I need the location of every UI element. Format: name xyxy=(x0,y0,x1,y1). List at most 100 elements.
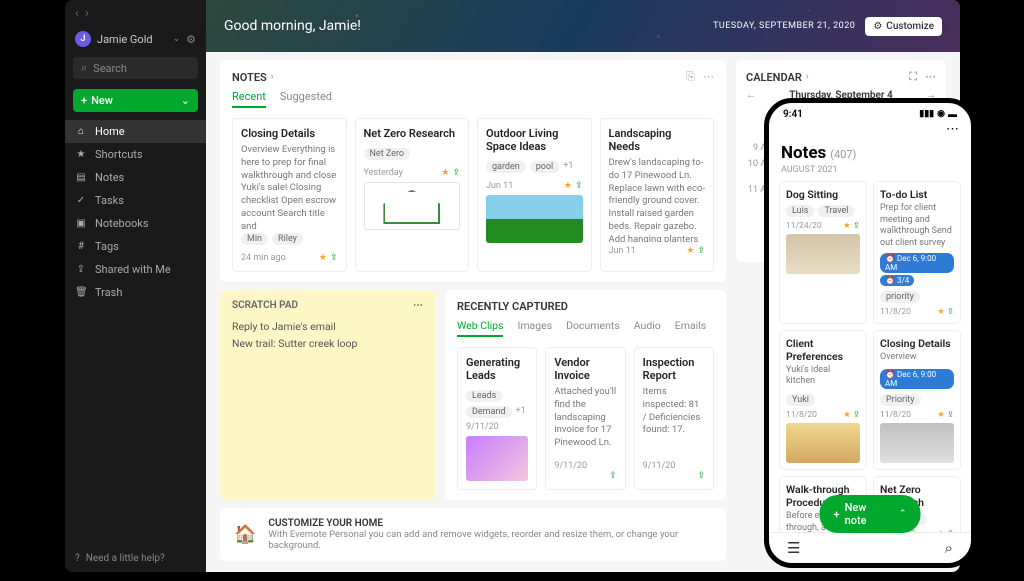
tab-suggested[interactable]: Suggested xyxy=(280,90,332,108)
phone-card-date: 11/24/20 xyxy=(786,221,822,231)
customize-home-banner[interactable]: 🏠 CUSTOMIZE YOUR HOME With Evernote Pers… xyxy=(220,508,726,561)
capture-card[interactable]: Generating LeadsLeadsDemand+19/11/20 xyxy=(457,347,537,490)
capture-tab-audio[interactable]: Audio xyxy=(634,319,661,337)
notebooks-icon: ▣ xyxy=(75,218,87,229)
note-body: Drew's landscaping to-do 17 Pinewood Ln.… xyxy=(609,157,706,242)
tab-recent[interactable]: Recent xyxy=(232,90,266,108)
tag[interactable]: Net Zero xyxy=(364,148,411,160)
greeting: Good morning, Jamie! xyxy=(224,18,361,34)
menu-icon[interactable]: ☰ xyxy=(787,539,800,557)
note-card[interactable]: Landscaping NeedsDrew's landscaping to-d… xyxy=(600,118,715,272)
help-link[interactable]: ? Need a little help? xyxy=(65,545,206,572)
new-button[interactable]: + New xyxy=(73,89,198,112)
nav-back-icon[interactable]: ‹ xyxy=(75,6,79,21)
note-card[interactable]: Net Zero ResearchNet ZeroYesterday★⇪ xyxy=(355,118,470,272)
phone-time: 9:41 xyxy=(783,109,803,120)
star-icon: ★ xyxy=(937,410,945,420)
capture-thumbnail xyxy=(466,436,528,481)
phone-month: AUGUST 2021 xyxy=(769,165,971,181)
user-row[interactable]: J Jamie Gold ⌄ ⚙ xyxy=(65,27,206,51)
capture-tab-images[interactable]: Images xyxy=(517,319,552,337)
capture-card[interactable]: Vendor InvoiceAttached you'll find the l… xyxy=(545,347,625,490)
share-icon: ⇪ xyxy=(853,221,860,231)
nav-forward-icon[interactable]: › xyxy=(85,6,89,21)
share-icon: ⇪ xyxy=(575,181,583,191)
tag: Travel xyxy=(818,205,854,217)
note-card[interactable]: Closing DetailsOverview Everything is he… xyxy=(232,118,347,272)
share-icon: ⇪ xyxy=(330,253,338,263)
search-icon: ⌕ xyxy=(81,61,87,75)
hero-date: TUESDAY, SEPTEMBER 21, 2020 xyxy=(713,21,855,31)
more-icon[interactable]: ⋯ xyxy=(925,70,936,84)
captured-title[interactable]: RECENTLY CAPTURED xyxy=(457,300,568,313)
card-thumbnail xyxy=(786,234,860,274)
capture-body: Attached you'll find the landscaping inv… xyxy=(554,386,616,461)
gear-icon[interactable]: ⚙ xyxy=(186,33,196,46)
notes-panel: NOTES › ⎘ ⋯ Recent Suggested Closing Det… xyxy=(220,60,726,282)
tag[interactable]: Min xyxy=(241,233,268,245)
wifi-icon: ◉ xyxy=(937,109,945,120)
more-icon[interactable]: ⋯ xyxy=(946,122,959,137)
tag[interactable]: Leads xyxy=(466,390,502,402)
star-icon: ★ xyxy=(319,253,327,263)
search-icon[interactable]: ⌕ xyxy=(945,539,953,557)
scratch-pad[interactable]: SCRATCH PAD ⋯ Reply to Jamie's email New… xyxy=(220,290,435,500)
reminder-pill: ⏰ Dec 6, 9:00 AM xyxy=(880,369,954,389)
customize-title: CUSTOMIZE YOUR HOME xyxy=(268,518,712,529)
phone-note-card[interactable]: Client PreferencesYuki's ideal kitchenYu… xyxy=(779,330,867,470)
capture-card[interactable]: Inspection ReportItems inspected: 81 / D… xyxy=(634,347,714,490)
share-icon: ⇪ xyxy=(697,246,705,256)
note-thumbnail xyxy=(364,182,461,230)
note-time: Yesterday xyxy=(364,168,403,178)
new-note-fab[interactable]: + New note xyxy=(820,495,921,533)
tag[interactable]: pool xyxy=(530,161,560,173)
search-bar[interactable]: ⌕ Search xyxy=(73,57,198,79)
calendar-title[interactable]: CALENDAR › xyxy=(746,71,809,84)
more-icon[interactable]: ⋯ xyxy=(413,300,423,311)
share-icon: ⇪ xyxy=(853,410,860,420)
reminder-pill: ⏰ Dec 6, 9:00 AM xyxy=(880,253,954,273)
sidebar-item-notebooks[interactable]: ▣Notebooks xyxy=(65,212,206,235)
capture-body: Items inspected: 81 / Deficiencies found… xyxy=(643,386,705,461)
sidebar-item-home[interactable]: ⌂Home xyxy=(65,120,206,143)
cal-prev-icon[interactable]: ← xyxy=(746,90,756,101)
sidebar-item-tasks[interactable]: ✓Tasks xyxy=(65,189,206,212)
new-note-icon[interactable]: ⎘ xyxy=(686,70,695,84)
expand-icon[interactable]: ⛶ xyxy=(909,70,917,84)
capture-tab-web-clips[interactable]: Web Clips xyxy=(457,319,503,337)
star-icon: ★ xyxy=(441,168,449,178)
sidebar-item-tags[interactable]: #Tags xyxy=(65,235,206,258)
captured-panel: RECENTLY CAPTURED Web Clips Images Documen… xyxy=(445,290,726,500)
notes-title[interactable]: NOTES › xyxy=(232,71,273,84)
sidebar-item-notes[interactable]: ▤Notes xyxy=(65,166,206,189)
tag[interactable]: garden xyxy=(486,161,526,173)
phone-note-card[interactable]: Dog SittingLuis Travel11/24/20★ ⇪ xyxy=(779,181,867,324)
customize-button[interactable]: ⚙ Customize xyxy=(865,17,942,36)
plus-icon: + xyxy=(834,508,840,521)
star-icon: ★ xyxy=(843,410,851,420)
sidebar-item-shared-with-me[interactable]: ⇪Shared with Me xyxy=(65,258,206,281)
tag[interactable]: Demand xyxy=(466,406,512,418)
card-thumbnail xyxy=(880,423,954,463)
more-icon[interactable]: ⋯ xyxy=(703,70,714,84)
note-card[interactable]: Outdoor Living Space Ideasgardenpool+1Ju… xyxy=(477,118,592,272)
note-title: Net Zero Research xyxy=(364,127,461,140)
tag: Yuki xyxy=(786,394,815,406)
sidebar-item-shortcuts[interactable]: ★Shortcuts xyxy=(65,143,206,166)
note-thumbnail xyxy=(486,195,583,243)
phone-note-card[interactable]: Closing DetailsOverview⏰ Dec 6, 9:00 AMP… xyxy=(873,330,961,470)
tag-more: +1 xyxy=(563,161,573,173)
shared with me-icon: ⇪ xyxy=(75,264,87,275)
hero: Good morning, Jamie! TUESDAY, SEPTEMBER … xyxy=(206,0,960,52)
tag[interactable]: Riley xyxy=(272,233,303,245)
share-icon: ⇪ xyxy=(609,471,617,481)
tag: Luis xyxy=(786,205,814,217)
capture-tab-emails[interactable]: Emails xyxy=(675,319,706,337)
phone-note-card[interactable]: To-do ListPrep for client meeting and wa… xyxy=(873,181,961,324)
battery-icon: ▬ xyxy=(948,109,957,120)
scratch-title: SCRATCH PAD xyxy=(232,300,298,311)
phone-title: Notes xyxy=(781,143,826,163)
house-icon: 🏠 xyxy=(234,524,256,545)
capture-tab-documents[interactable]: Documents xyxy=(566,319,620,337)
sidebar-item-trash[interactable]: 🗑Trash xyxy=(65,281,206,304)
